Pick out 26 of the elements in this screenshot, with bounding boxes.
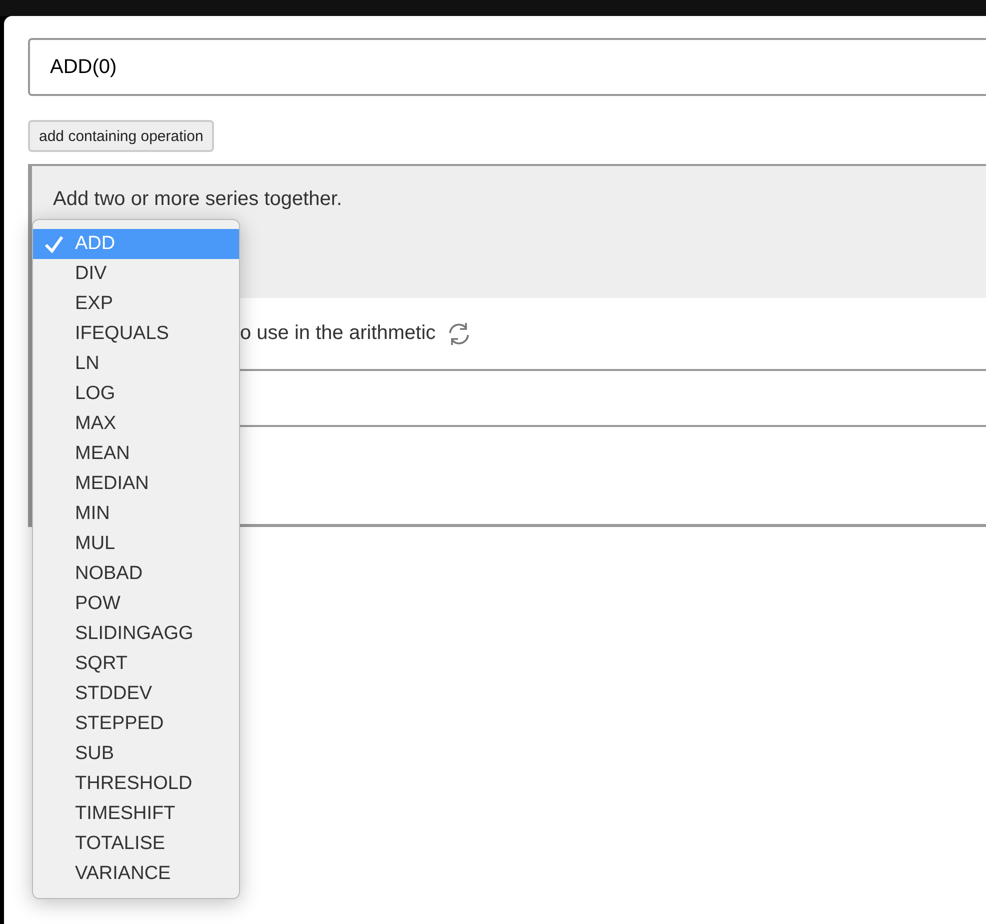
menu-item[interactable]: MEAN [33, 439, 239, 469]
menu-item[interactable]: IFEQUALS [33, 319, 239, 349]
menu-item[interactable]: LOG [33, 379, 239, 409]
menu-item[interactable]: TIMESHIFT [33, 799, 239, 829]
expression-field[interactable]: ADD(0) [28, 38, 986, 96]
menu-item[interactable]: MIN [33, 499, 239, 529]
menu-item[interactable]: MUL [33, 529, 239, 559]
menu-item[interactable]: SUB [33, 739, 239, 769]
menu-item[interactable]: POW [33, 589, 239, 619]
menu-item[interactable]: THRESHOLD [33, 769, 239, 799]
parameter-label: o use in the arithmetic [240, 322, 436, 345]
menu-item[interactable]: SLIDINGAGG [33, 619, 239, 649]
operation-description: Add two or more series together. [53, 188, 344, 211]
menu-item[interactable]: VARIANCE [33, 859, 239, 889]
menu-item[interactable]: STDDEV [33, 679, 239, 709]
menu-item[interactable]: STEPPED [33, 709, 239, 739]
menu-item[interactable]: SQRT [33, 649, 239, 679]
menu-item[interactable]: MEDIAN [33, 469, 239, 499]
menu-item[interactable]: LN [33, 349, 239, 379]
add-containing-operation-button[interactable]: add containing operation [28, 120, 214, 152]
menu-item[interactable]: DIV [33, 259, 239, 289]
menu-item[interactable]: MAX [33, 409, 239, 439]
menu-item[interactable]: TOTALISE [33, 829, 239, 859]
menu-item[interactable]: EXP [33, 289, 239, 319]
menu-item[interactable]: NOBAD [33, 559, 239, 589]
checkmark-icon [44, 235, 64, 253]
